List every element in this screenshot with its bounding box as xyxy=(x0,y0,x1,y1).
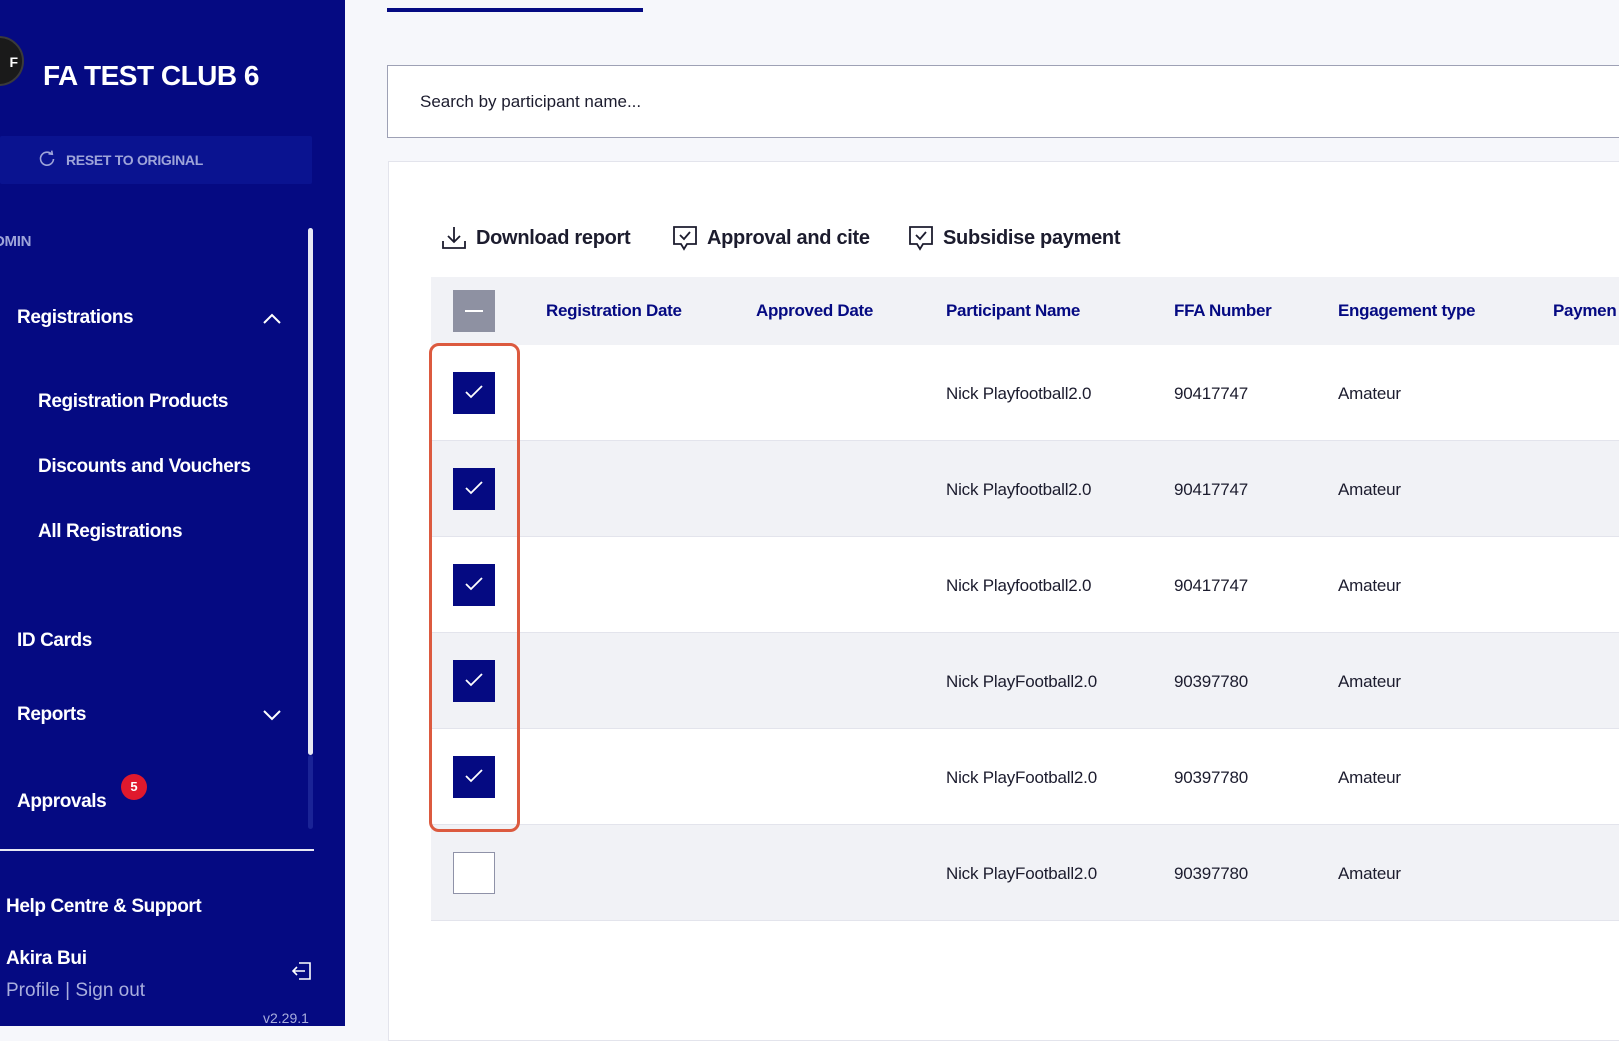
link-separator: | xyxy=(59,980,76,1001)
subsidise-comment-icon xyxy=(909,226,933,251)
sidebar-divider xyxy=(0,849,314,851)
ffa-number-cell: 90417747 xyxy=(1174,576,1249,595)
sidebar-item-registration-products[interactable]: Registration Products xyxy=(38,391,228,413)
sidebar-scrollbar-thumb[interactable] xyxy=(308,228,313,755)
ffa-number-cell: 90417747 xyxy=(1174,384,1249,403)
subsidise-payment-label: Subsidise payment xyxy=(943,226,1121,249)
download-report-label: Download report xyxy=(476,226,631,249)
engagement-type-cell: Amateur xyxy=(1338,672,1401,691)
profile-link[interactable]: Profile xyxy=(6,980,60,1001)
ffa-number-cell: 90397780 xyxy=(1174,672,1249,691)
engagement-type-cell: Amateur xyxy=(1338,768,1401,787)
engagement-type-cell: Amateur xyxy=(1338,384,1401,403)
sidebar-item-registrations[interactable]: Registrations xyxy=(17,307,134,329)
sidebar-scrollbar-track[interactable] xyxy=(308,755,313,829)
engagement-type-cell: Amateur xyxy=(1338,864,1401,883)
refresh-icon xyxy=(39,150,55,166)
indeterminate-icon xyxy=(465,310,483,312)
section-label-admin: DMIN xyxy=(0,233,32,250)
participant-name-cell: Nick PlayFootball2.0 xyxy=(946,768,1097,787)
column-header-participant-name[interactable]: Participant Name xyxy=(946,301,1080,321)
chevron-down-icon[interactable] xyxy=(262,708,282,722)
club-logo: F xyxy=(0,36,24,86)
logout-icon[interactable] xyxy=(291,960,313,982)
sidebar-item-reports[interactable]: Reports xyxy=(17,704,86,726)
column-header-ffa-number[interactable]: FFA Number xyxy=(1174,301,1272,321)
ffa-number-cell: 90397780 xyxy=(1174,768,1249,787)
profile-links: Profile | Sign out xyxy=(6,980,145,1002)
ffa-number-cell: 90417747 xyxy=(1174,480,1249,499)
search-box[interactable] xyxy=(387,65,1619,138)
selection-highlight-box xyxy=(429,343,520,832)
select-all-checkbox[interactable] xyxy=(453,290,495,332)
participant-name-cell: Nick PlayFootball2.0 xyxy=(946,864,1097,883)
participant-name-cell: Nick Playfootball2.0 xyxy=(946,576,1092,595)
sidebar-item-id-cards[interactable]: ID Cards xyxy=(17,630,92,652)
sidebar: F FA TEST CLUB 6 RESET TO ORIGINAL DMIN … xyxy=(0,0,345,1026)
ffa-number-cell: 90397780 xyxy=(1174,864,1249,883)
column-header-approved-date[interactable]: Approved Date xyxy=(756,301,873,321)
row-checkbox[interactable] xyxy=(453,852,495,894)
participant-name-cell: Nick PlayFootball2.0 xyxy=(946,672,1097,691)
chevron-up-icon[interactable] xyxy=(262,312,282,326)
app-version: v2.29.1 xyxy=(263,1010,309,1026)
column-header-payment[interactable]: Paymen xyxy=(1553,301,1617,321)
approve-comment-icon xyxy=(673,226,697,251)
sidebar-item-all-registrations[interactable]: All Registrations xyxy=(38,521,183,543)
sidebar-item-approvals[interactable]: Approvals xyxy=(17,791,107,813)
active-tab-indicator xyxy=(387,8,643,12)
approval-and-cite-label: Approval and cite xyxy=(707,226,870,249)
engagement-type-cell: Amateur xyxy=(1338,480,1401,499)
participant-name-cell: Nick Playfootball2.0 xyxy=(946,480,1092,499)
user-name: Akira Bui xyxy=(6,948,87,969)
participant-name-cell: Nick Playfootball2.0 xyxy=(946,384,1092,403)
column-header-engagement-type[interactable]: Engagement type xyxy=(1338,301,1476,321)
column-header-registration-date[interactable]: Registration Date xyxy=(546,301,682,321)
reset-to-original-button[interactable]: RESET TO ORIGINAL xyxy=(0,136,312,184)
sign-out-link[interactable]: Sign out xyxy=(75,980,145,1001)
subsidise-payment-button[interactable]: Subsidise payment xyxy=(907,222,1120,254)
search-input[interactable] xyxy=(420,88,1220,116)
club-name: FA TEST CLUB 6 xyxy=(43,60,259,91)
help-centre-link[interactable]: Help Centre & Support xyxy=(6,896,202,918)
download-icon xyxy=(442,227,466,249)
download-report-button[interactable]: Download report xyxy=(440,222,631,254)
reset-label: RESET TO ORIGINAL xyxy=(66,152,203,168)
sidebar-item-discounts-vouchers[interactable]: Discounts and Vouchers xyxy=(38,456,251,478)
engagement-type-cell: Amateur xyxy=(1338,576,1401,595)
approvals-count-badge: 5 xyxy=(121,774,147,800)
approval-and-cite-button[interactable]: Approval and cite xyxy=(671,222,870,254)
